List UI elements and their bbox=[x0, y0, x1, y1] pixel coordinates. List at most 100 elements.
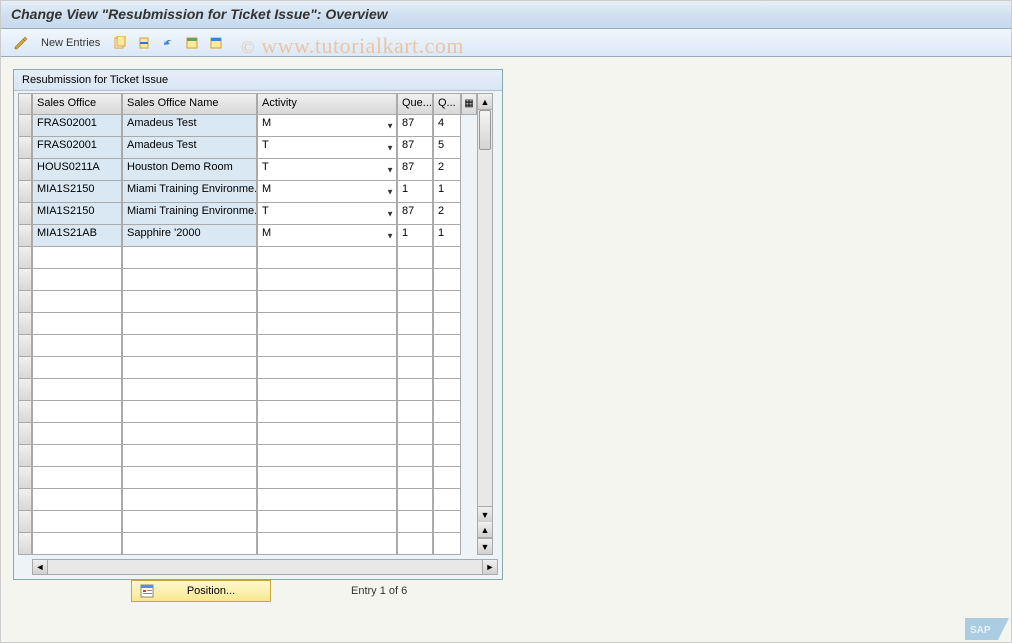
cell-activity[interactable] bbox=[257, 533, 397, 555]
cell-q[interactable] bbox=[433, 467, 461, 489]
cell-sales-office[interactable] bbox=[32, 401, 122, 423]
row-selector[interactable] bbox=[18, 379, 32, 401]
cell-q[interactable]: 4 bbox=[433, 115, 461, 137]
cell-sales-office[interactable]: MIA1S2150 bbox=[32, 203, 122, 225]
cell-q[interactable] bbox=[433, 445, 461, 467]
col-q[interactable]: Q... bbox=[433, 93, 461, 115]
row-selector[interactable] bbox=[18, 357, 32, 379]
cell-activity[interactable] bbox=[257, 313, 397, 335]
row-selector[interactable] bbox=[18, 313, 32, 335]
dropdown-icon[interactable]: ▼ bbox=[386, 143, 394, 152]
cell-que[interactable] bbox=[397, 423, 433, 445]
cell-sales-office-name[interactable] bbox=[122, 313, 257, 335]
cell-que[interactable] bbox=[397, 357, 433, 379]
cell-activity[interactable]: T▼ bbox=[257, 159, 397, 181]
scroll-thumb[interactable] bbox=[479, 110, 491, 150]
cell-sales-office-name[interactable]: Amadeus Test bbox=[122, 137, 257, 159]
cell-sales-office-name[interactable] bbox=[122, 489, 257, 511]
cell-que[interactable] bbox=[397, 335, 433, 357]
cell-sales-office[interactable] bbox=[32, 533, 122, 555]
cell-activity[interactable] bbox=[257, 445, 397, 467]
cell-sales-office[interactable]: HOUS0211A bbox=[32, 159, 122, 181]
cell-sales-office-name[interactable] bbox=[122, 335, 257, 357]
cell-q[interactable] bbox=[433, 291, 461, 313]
copy-icon[interactable] bbox=[110, 33, 130, 53]
cell-sales-office-name[interactable] bbox=[122, 511, 257, 533]
cell-q[interactable]: 1 bbox=[433, 225, 461, 247]
undo-icon[interactable] bbox=[158, 33, 178, 53]
cell-que[interactable] bbox=[397, 313, 433, 335]
cell-que[interactable] bbox=[397, 533, 433, 555]
scroll-down-icon[interactable]: ▼ bbox=[478, 506, 492, 522]
scroll-down2-icon[interactable]: ▼ bbox=[478, 538, 492, 554]
cell-activity[interactable] bbox=[257, 357, 397, 379]
cell-activity[interactable] bbox=[257, 423, 397, 445]
deselect-all-icon[interactable] bbox=[206, 33, 226, 53]
cell-q[interactable] bbox=[433, 511, 461, 533]
cell-activity[interactable] bbox=[257, 379, 397, 401]
cell-sales-office[interactable]: MIA1S2150 bbox=[32, 181, 122, 203]
cell-activity[interactable] bbox=[257, 467, 397, 489]
cell-sales-office[interactable] bbox=[32, 247, 122, 269]
cell-sales-office-name[interactable] bbox=[122, 379, 257, 401]
row-selector[interactable] bbox=[18, 423, 32, 445]
cell-sales-office-name[interactable] bbox=[122, 357, 257, 379]
cell-sales-office-name[interactable] bbox=[122, 291, 257, 313]
cell-que[interactable] bbox=[397, 379, 433, 401]
cell-q[interactable] bbox=[433, 247, 461, 269]
cell-q[interactable] bbox=[433, 489, 461, 511]
scroll-up-icon[interactable]: ▲ bbox=[478, 94, 492, 110]
position-button[interactable]: Position... bbox=[131, 580, 271, 602]
cell-activity[interactable] bbox=[257, 269, 397, 291]
row-selector[interactable] bbox=[18, 533, 32, 555]
cell-sales-office-name[interactable]: Sapphire '2000 bbox=[122, 225, 257, 247]
cell-sales-office[interactable] bbox=[32, 357, 122, 379]
cell-sales-office[interactable] bbox=[32, 467, 122, 489]
cell-activity[interactable] bbox=[257, 291, 397, 313]
cell-sales-office[interactable] bbox=[32, 269, 122, 291]
cell-que[interactable] bbox=[397, 401, 433, 423]
scroll-up2-icon[interactable]: ▲ bbox=[478, 522, 492, 538]
cell-sales-office[interactable] bbox=[32, 445, 122, 467]
col-sales-office-name[interactable]: Sales Office Name bbox=[122, 93, 257, 115]
row-selector[interactable] bbox=[18, 137, 32, 159]
cell-que[interactable] bbox=[397, 511, 433, 533]
dropdown-icon[interactable]: ▼ bbox=[386, 165, 394, 174]
cell-que[interactable] bbox=[397, 291, 433, 313]
cell-que[interactable]: 87 bbox=[397, 137, 433, 159]
cell-sales-office-name[interactable]: Amadeus Test bbox=[122, 115, 257, 137]
row-selector[interactable] bbox=[18, 445, 32, 467]
cell-que[interactable]: 1 bbox=[397, 225, 433, 247]
delete-icon[interactable] bbox=[134, 33, 154, 53]
cell-sales-office[interactable] bbox=[32, 291, 122, 313]
dropdown-icon[interactable]: ▼ bbox=[386, 187, 394, 196]
cell-activity[interactable] bbox=[257, 511, 397, 533]
cell-que[interactable]: 1 bbox=[397, 181, 433, 203]
cell-q[interactable] bbox=[433, 357, 461, 379]
cell-sales-office-name[interactable] bbox=[122, 401, 257, 423]
cell-q[interactable] bbox=[433, 423, 461, 445]
row-selector[interactable] bbox=[18, 335, 32, 357]
cell-sales-office[interactable] bbox=[32, 423, 122, 445]
dropdown-icon[interactable]: ▼ bbox=[386, 121, 394, 130]
row-selector[interactable] bbox=[18, 181, 32, 203]
dropdown-icon[interactable]: ▼ bbox=[386, 231, 394, 240]
cell-q[interactable] bbox=[433, 379, 461, 401]
cell-que[interactable] bbox=[397, 269, 433, 291]
vertical-scrollbar[interactable]: ▲ ▼ ▲ ▼ bbox=[477, 93, 493, 555]
cell-sales-office[interactable] bbox=[32, 489, 122, 511]
cell-sales-office[interactable] bbox=[32, 379, 122, 401]
cell-activity[interactable] bbox=[257, 401, 397, 423]
cell-q[interactable] bbox=[433, 401, 461, 423]
cell-que[interactable]: 87 bbox=[397, 115, 433, 137]
cell-que[interactable] bbox=[397, 467, 433, 489]
row-selector[interactable] bbox=[18, 159, 32, 181]
row-selector[interactable] bbox=[18, 203, 32, 225]
cell-activity[interactable] bbox=[257, 335, 397, 357]
cell-activity[interactable]: M▼ bbox=[257, 225, 397, 247]
cell-sales-office-name[interactable] bbox=[122, 423, 257, 445]
cell-que[interactable] bbox=[397, 445, 433, 467]
row-selector[interactable] bbox=[18, 247, 32, 269]
cell-sales-office-name[interactable]: Miami Training Environme.. bbox=[122, 181, 257, 203]
cell-sales-office-name[interactable]: Houston Demo Room bbox=[122, 159, 257, 181]
